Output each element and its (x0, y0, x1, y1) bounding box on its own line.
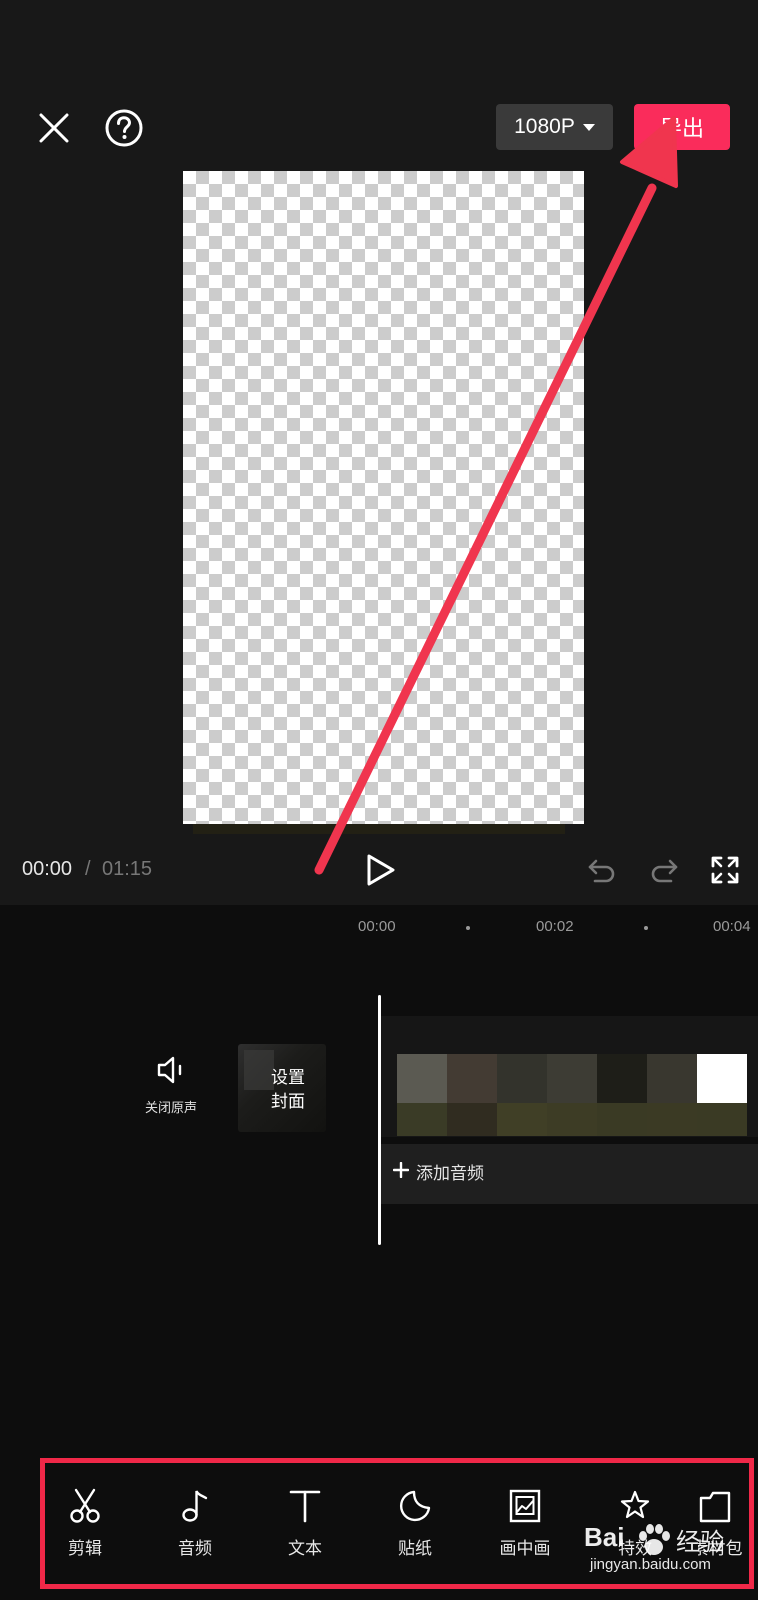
close-icon (39, 113, 69, 143)
watermark: Bai 经验 jingyan.baidu.com (584, 1522, 758, 1596)
redo-button[interactable] (648, 855, 680, 887)
caret-down-icon (582, 123, 595, 131)
clip-frame-thumbnail (697, 1054, 747, 1136)
watermark-brand-suffix: 经验 (676, 1528, 724, 1556)
close-button[interactable] (30, 104, 78, 152)
video-clip[interactable] (397, 1054, 758, 1136)
export-label: 导出 (659, 117, 704, 142)
resolution-label: 1080P (514, 115, 575, 138)
play-button[interactable] (364, 852, 398, 888)
play-icon (367, 854, 395, 886)
undo-icon (588, 859, 615, 883)
clip-frame-thumbnail (397, 1054, 447, 1136)
ruler-tick (644, 926, 648, 930)
ruler-label: 00:02 (536, 918, 574, 935)
total-time: 01:15 (102, 858, 153, 880)
set-cover-button[interactable]: 设置 封面 (238, 1044, 326, 1132)
current-time: 00:00 (22, 858, 73, 880)
ruler-label: 00:04 (713, 918, 751, 935)
ruler-tick (466, 926, 470, 930)
cover-label: 设置 封面 (258, 1066, 318, 1114)
add-audio-button[interactable]: 添加音频 (381, 1144, 758, 1204)
plus-icon (393, 1162, 409, 1178)
fullscreen-icon (711, 856, 739, 884)
add-audio-label: 添加音频 (416, 1164, 484, 1184)
undo-button[interactable] (586, 855, 618, 887)
mute-original-sound-button[interactable]: 关闭原声 (134, 1055, 208, 1116)
fullscreen-button[interactable] (710, 855, 740, 885)
watermark-url: jingyan.baidu.com (590, 1556, 711, 1573)
cover-label-line2: 封面 (271, 1092, 305, 1112)
playhead[interactable] (378, 995, 381, 1245)
clip-frame-thumbnail (497, 1054, 547, 1136)
clip-frame-thumbnail (447, 1054, 497, 1136)
clip-frame-thumbnail (597, 1054, 647, 1136)
speaker-icon (157, 1056, 182, 1084)
resolution-selector[interactable]: 1080P (496, 104, 613, 150)
watermark-brand: Bai (584, 1522, 625, 1552)
mute-label: 关闭原声 (144, 1101, 197, 1116)
export-button[interactable]: 导出 (634, 104, 730, 150)
cover-label-line1: 设置 (271, 1068, 305, 1088)
preview-canvas-edge (193, 824, 565, 834)
paw-logo-icon (639, 1524, 670, 1555)
preview-canvas-transparent (183, 171, 584, 824)
clip-frame-thumbnail (647, 1054, 697, 1136)
time-separator: / (85, 858, 91, 880)
ruler-label: 00:00 (358, 918, 396, 935)
redo-icon (651, 859, 678, 883)
clip-frame-thumbnail (547, 1054, 597, 1136)
help-button[interactable] (100, 104, 148, 152)
help-icon (105, 109, 143, 147)
